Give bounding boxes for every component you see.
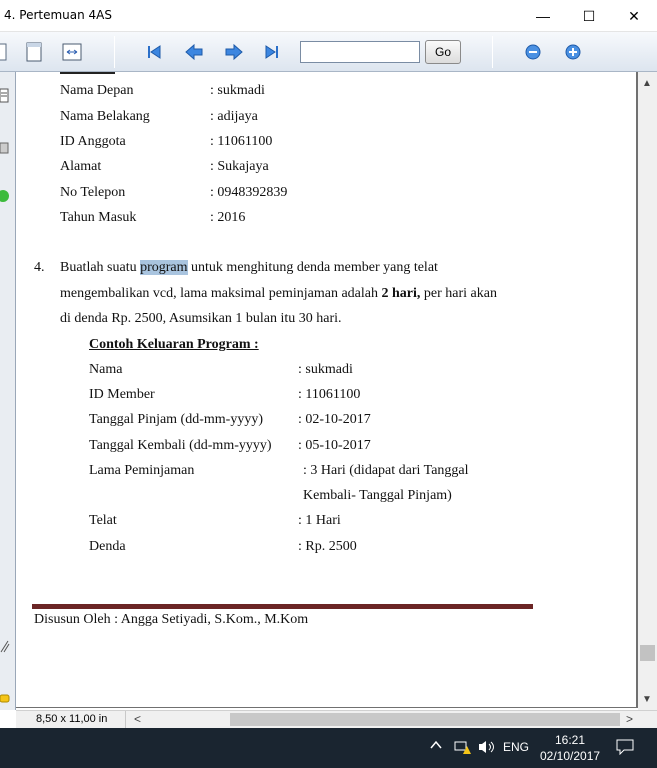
- vertical-scrollbar[interactable]: ▲ ▼: [638, 72, 657, 710]
- profile-label: No Telepon: [60, 185, 126, 200]
- page-edge-icon[interactable]: [0, 42, 12, 62]
- scroll-down-icon[interactable]: ▼: [642, 694, 652, 705]
- toolbar: Go: [0, 32, 657, 72]
- comment-icon[interactable]: [0, 692, 10, 706]
- side-panel-strip: [0, 72, 16, 710]
- profile-label: Tahun Masuk: [60, 210, 137, 225]
- minimize-button[interactable]: —: [520, 0, 566, 32]
- language-indicator[interactable]: ENG: [503, 740, 529, 754]
- example-label: Tanggal Pinjam (dd-mm-yyyy): [89, 412, 263, 427]
- task-bold-text: 2 hari,: [381, 286, 421, 301]
- next-page-icon[interactable]: [224, 42, 244, 62]
- task-text: mengembalikan vcd, lama maksimal peminja…: [60, 286, 382, 301]
- zoom-in-icon[interactable]: [563, 42, 583, 62]
- footer-author: Disusun Oleh : Angga Setiyadi, S.Kom., M…: [34, 612, 309, 627]
- minimize-icon: —: [536, 8, 550, 24]
- example-value: : 02-10-2017: [298, 412, 371, 427]
- clock[interactable]: 16:21 02/10/2017: [540, 732, 600, 764]
- scroll-up-icon[interactable]: ▲: [642, 78, 652, 89]
- scroll-left-icon[interactable]: <: [134, 712, 141, 726]
- task-text: per hari akan: [420, 286, 497, 301]
- go-button[interactable]: Go: [425, 40, 461, 64]
- profile-label: Nama Depan: [60, 83, 134, 98]
- profile-value: : Sukajaya: [210, 159, 269, 174]
- task-line: mengembalikan vcd, lama maksimal peminja…: [60, 286, 497, 302]
- scroll-right-icon[interactable]: >: [626, 712, 633, 726]
- example-value: : 11061100: [298, 387, 361, 402]
- page-icon[interactable]: [24, 42, 44, 62]
- section-underline: [60, 72, 115, 74]
- task-line: di denda Rp. 2500, Asumsikan 1 bulan itu…: [60, 311, 342, 326]
- profile-value: : adijaya: [210, 109, 258, 124]
- toolbar-separator: [114, 36, 115, 68]
- profile-value: : 2016: [210, 210, 246, 225]
- toolbar-separator: [492, 36, 493, 68]
- volume-icon[interactable]: [478, 739, 496, 758]
- example-heading: Contoh Keluaran Program :: [89, 337, 259, 352]
- example-value: : Rp. 2500: [298, 539, 357, 554]
- close-icon: ✕: [628, 7, 640, 24]
- notification-icon[interactable]: [616, 739, 634, 758]
- task-line: Buatlah suatu program untuk menghitung d…: [60, 260, 438, 276]
- page-number-input[interactable]: [300, 41, 420, 63]
- profile-value: : 0948392839: [210, 185, 288, 200]
- page-size-status: 8,50 x 11,00 in: [16, 711, 126, 728]
- profile-value: : sukmadi: [210, 83, 265, 98]
- taskbar: ENG 16:21 02/10/2017: [0, 728, 657, 768]
- task-number: 4.: [34, 260, 45, 275]
- fit-width-icon[interactable]: [62, 42, 82, 62]
- close-button[interactable]: ✕: [611, 0, 657, 32]
- example-label: Nama: [89, 362, 123, 377]
- prev-page-icon[interactable]: [184, 42, 204, 62]
- maximize-button[interactable]: ☐: [566, 0, 612, 32]
- profile-value: : 11061100: [210, 134, 273, 149]
- profile-label: Alamat: [60, 159, 102, 174]
- paperclip-icon[interactable]: [0, 638, 10, 653]
- status-and-scroll-bar: 8,50 x 11,00 in < >: [16, 710, 657, 728]
- clock-date: 02/10/2017: [540, 749, 601, 763]
- example-label: ID Member: [89, 387, 155, 402]
- example-label: Tanggal Kembali (dd-mm-yyyy): [89, 438, 272, 453]
- first-page-icon[interactable]: [144, 42, 164, 62]
- pages-panel-icon[interactable]: [0, 88, 10, 103]
- task-text: Buatlah suatu: [60, 260, 141, 275]
- example-label: Telat: [89, 513, 117, 528]
- maximize-icon: ☐: [582, 7, 596, 24]
- example-value: : 3 Hari (didapat dari Tanggal: [303, 463, 469, 478]
- example-label: Denda: [89, 539, 126, 554]
- example-value: : sukmadi: [298, 362, 353, 377]
- horizontal-scroll-thumb[interactable]: [230, 713, 620, 726]
- example-value: : 05-10-2017: [298, 438, 371, 453]
- layers-panel-icon[interactable]: [0, 140, 10, 154]
- task-text: untuk menghitung denda member yang telat: [187, 260, 438, 275]
- title-bar: 4. Pertemuan 4AS — ☐ ✕: [0, 0, 657, 32]
- profile-label: Nama Belakang: [60, 109, 150, 124]
- vertical-scroll-thumb[interactable]: [640, 645, 655, 661]
- highlighted-word: program: [140, 260, 188, 275]
- clock-time: 16:21: [554, 733, 586, 747]
- footer-rule: [32, 604, 533, 609]
- show-hidden-icons-icon[interactable]: [430, 739, 442, 754]
- zoom-out-icon[interactable]: [523, 42, 543, 62]
- profile-label: ID Anggota: [60, 134, 126, 149]
- example-value: : 1 Hari: [298, 513, 341, 528]
- window-title: 4. Pertemuan 4AS: [4, 8, 113, 22]
- attachment-status-icon[interactable]: [0, 188, 10, 202]
- document-view[interactable]: Nama Depan : sukmadi Nama Belakang : adi…: [16, 72, 638, 708]
- example-value-continued: Kembali- Tanggal Pinjam): [303, 488, 452, 503]
- example-label: Lama Peminjaman: [89, 463, 195, 478]
- last-page-icon[interactable]: [262, 42, 282, 62]
- network-warning-icon[interactable]: [454, 739, 472, 758]
